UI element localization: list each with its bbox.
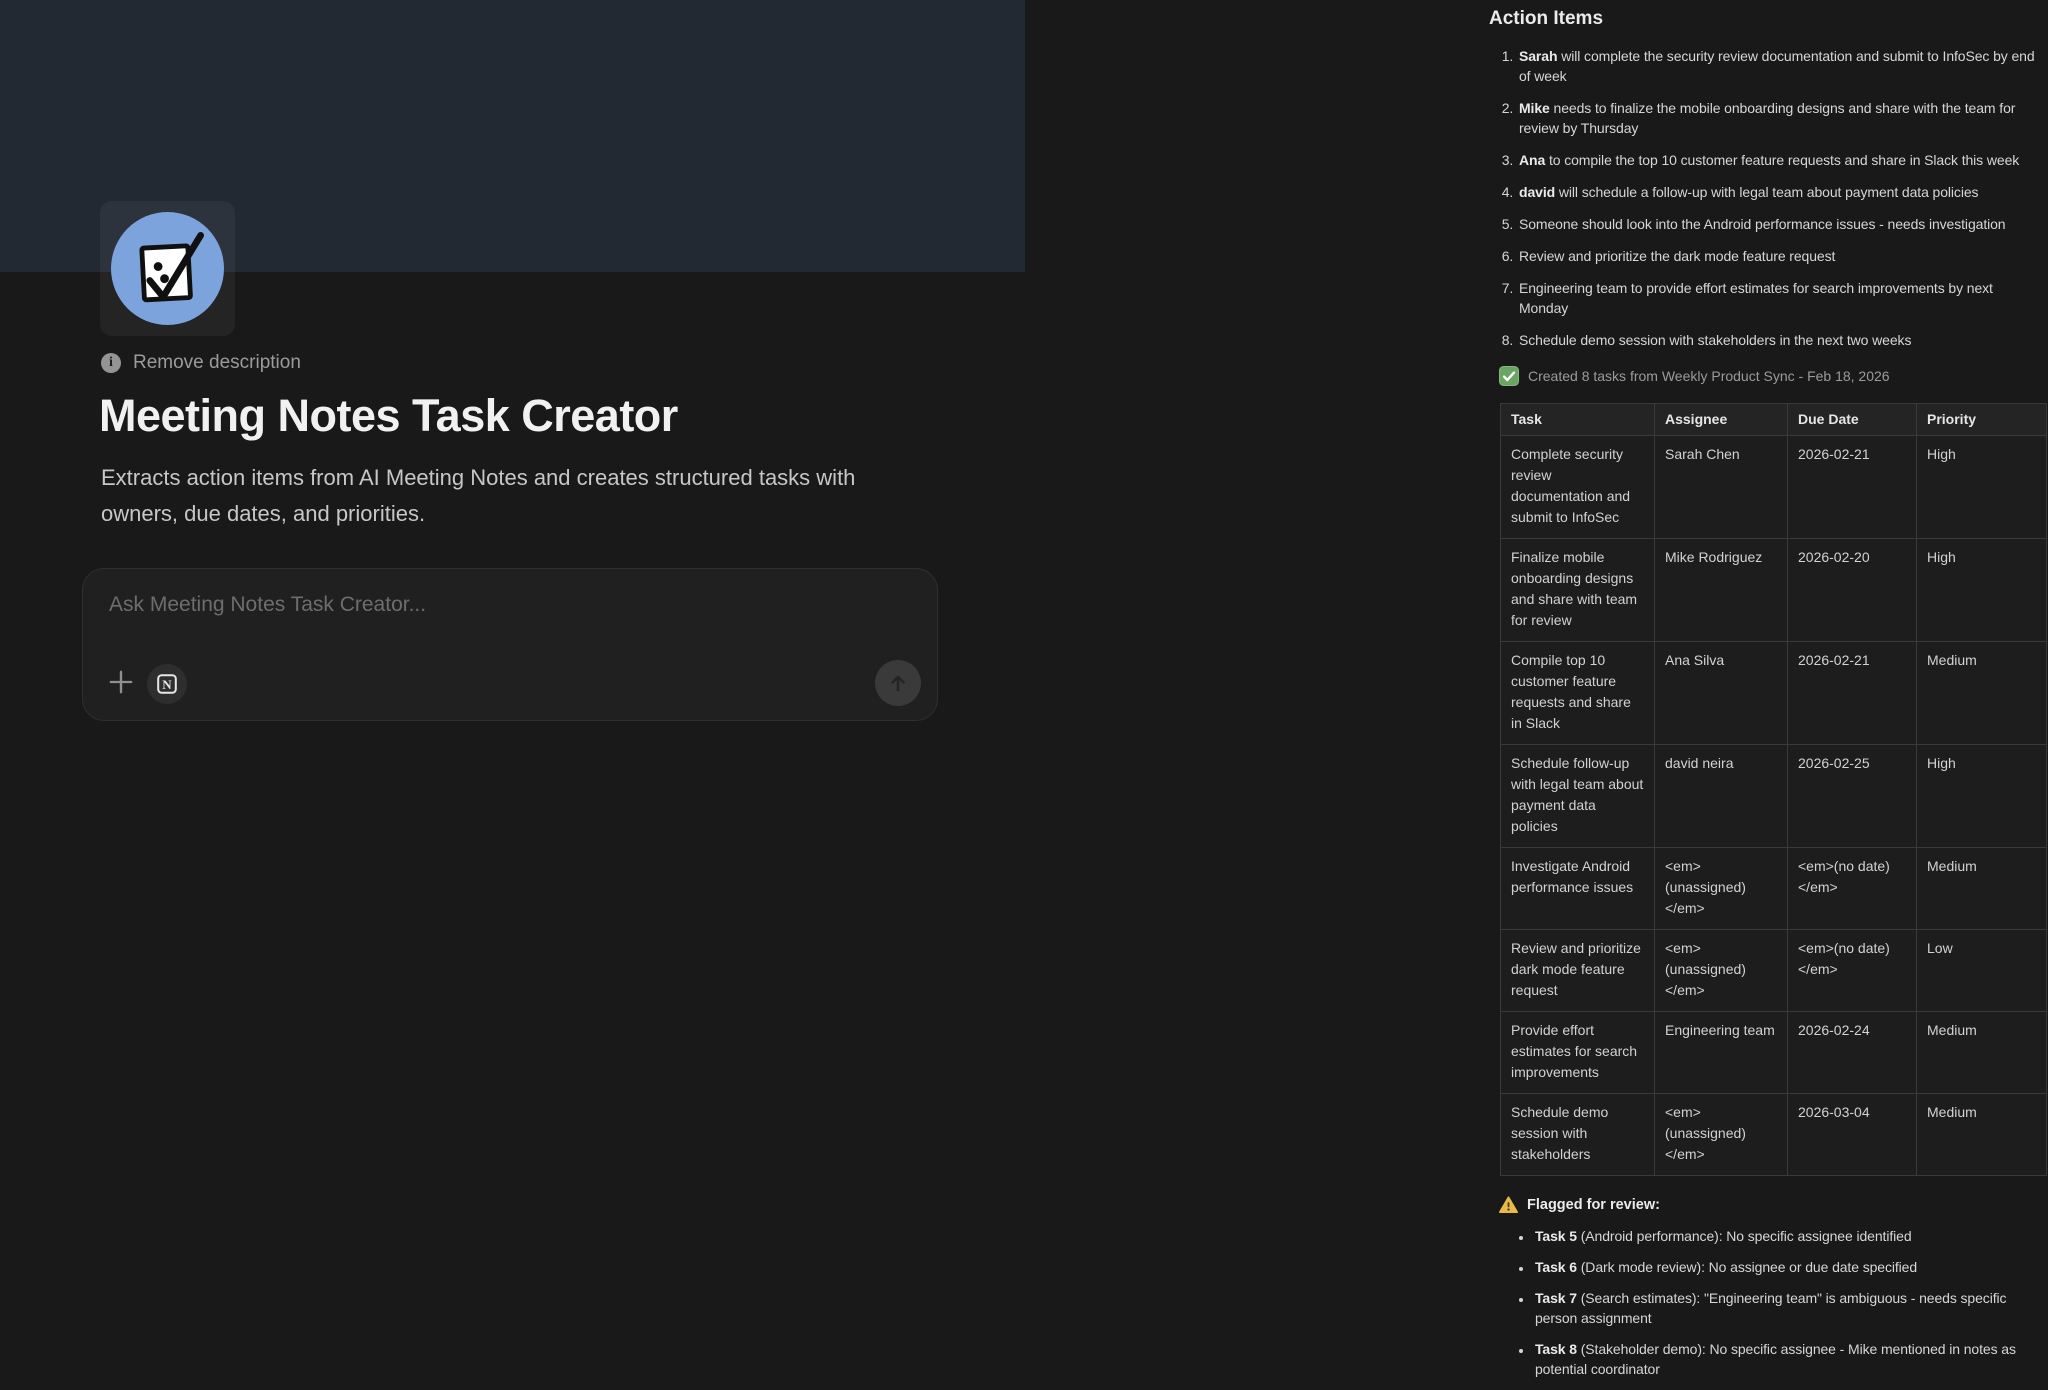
- notion-source-button[interactable]: N: [147, 664, 187, 704]
- table-cell: 2026-02-20: [1788, 539, 1917, 642]
- table-header-row: TaskAssigneeDue DatePriority: [1501, 404, 2047, 436]
- table-cell: Engineering team: [1655, 1012, 1788, 1094]
- table-cell: <em>(unassigned)​</em>: [1655, 930, 1788, 1012]
- remove-description-label: Remove description: [133, 352, 301, 374]
- flagged-item: Task 6 (Dark mode review): No assignee o…: [1533, 1257, 2041, 1277]
- page-title[interactable]: Meeting Notes Task Creator: [99, 390, 678, 442]
- page-description[interactable]: Extracts action items from AI Meeting No…: [101, 460, 891, 532]
- table-cell: Ana Silva: [1655, 642, 1788, 745]
- table-cell: Review and prioritize dark mode feature …: [1501, 930, 1655, 1012]
- table-row: Schedule follow-up with legal team about…: [1501, 745, 2047, 848]
- table-header-cell: Assignee: [1655, 404, 1788, 436]
- table-cell: Medium: [1917, 848, 2047, 930]
- table-cell: Sarah Chen: [1655, 436, 1788, 539]
- table-row: Compile top 10 customer feature requests…: [1501, 642, 2047, 745]
- flagged-item: Task 5 (Android performance): No specifi…: [1533, 1226, 2041, 1246]
- table-header-cell: Priority: [1917, 404, 2047, 436]
- table-cell: Low: [1917, 930, 2047, 1012]
- table-cell: High: [1917, 745, 2047, 848]
- table-cell: Compile top 10 customer feature requests…: [1501, 642, 1655, 745]
- action-item: Mike needs to finalize the mobile onboar…: [1517, 98, 2041, 138]
- table-cell: 2026-02-21: [1788, 436, 1917, 539]
- flagged-heading: Flagged for review:: [1527, 1197, 1660, 1213]
- info-icon: i: [101, 353, 121, 373]
- prompt-placeholder: Ask Meeting Notes Task Creator...: [109, 593, 426, 617]
- table-cell: Complete security review documentation a…: [1501, 436, 1655, 539]
- table-cell: Schedule demo session with stakeholders: [1501, 1094, 1655, 1176]
- action-item: Ana to compile the top 10 customer featu…: [1517, 150, 2041, 170]
- flagged-heading-row: Flagged for review:: [1499, 1196, 2041, 1214]
- action-items-heading: Action Items: [1489, 8, 2041, 30]
- response-panel: Action Items Sarah will complete the sec…: [1489, 0, 2041, 1390]
- table-cell: High: [1917, 436, 2047, 539]
- action-item: Engineering team to provide effort estim…: [1517, 278, 2041, 318]
- table-cell: Investigate Android performance issues: [1501, 848, 1655, 930]
- svg-text:N: N: [162, 677, 172, 692]
- action-item: Someone should look into the Android per…: [1517, 214, 2041, 234]
- status-text: Created 8 tasks from Weekly Product Sync…: [1528, 368, 1890, 384]
- agent-icon-background: [111, 212, 224, 325]
- arrow-up-icon: [886, 671, 910, 695]
- table-cell: 2026-02-25: [1788, 745, 1917, 848]
- table-cell: Schedule follow-up with legal team about…: [1501, 745, 1655, 848]
- table-cell: Medium: [1917, 642, 2047, 745]
- agent-icon-button[interactable]: [100, 201, 235, 336]
- remove-description-button[interactable]: i Remove description: [101, 352, 301, 374]
- table-row: Investigate Android performance issues<e…: [1501, 848, 2047, 930]
- action-item: Sarah will complete the security review …: [1517, 46, 2041, 86]
- table-cell: Provide effort estimates for search impr…: [1501, 1012, 1655, 1094]
- flagged-item: Task 8 (Stakeholder demo): No specific a…: [1533, 1339, 2041, 1379]
- checkbox-note-icon: [120, 221, 216, 317]
- table-cell: <em>(unassigned)​</em>: [1655, 848, 1788, 930]
- action-item: Schedule demo session with stakeholders …: [1517, 330, 2041, 350]
- send-button[interactable]: [875, 660, 921, 706]
- flagged-item: Task 7 (Search estimates): "Engineering …: [1533, 1288, 2041, 1328]
- action-items-list: Sarah will complete the security review …: [1489, 46, 2041, 350]
- table-cell: 2026-03-04: [1788, 1094, 1917, 1176]
- table-cell: High: [1917, 539, 2047, 642]
- table-header-cell: Task: [1501, 404, 1655, 436]
- plus-icon: [107, 668, 135, 696]
- table-cell: Medium: [1917, 1012, 2047, 1094]
- green-check-icon: [1499, 366, 1519, 386]
- table-cell: Finalize mobile onboarding designs and s…: [1501, 539, 1655, 642]
- action-item: david will schedule a follow-up with leg…: [1517, 182, 2041, 202]
- warning-icon: [1499, 1196, 1518, 1214]
- table-header-cell: Due Date: [1788, 404, 1917, 436]
- tasks-table: TaskAssigneeDue DatePriority Complete se…: [1500, 403, 2047, 1176]
- table-cell: 2026-02-24: [1788, 1012, 1917, 1094]
- table-row: Finalize mobile onboarding designs and s…: [1501, 539, 2047, 642]
- table-cell: Medium: [1917, 1094, 2047, 1176]
- prompt-input[interactable]: Ask Meeting Notes Task Creator... N: [82, 568, 938, 721]
- table-cell: 2026-02-21: [1788, 642, 1917, 745]
- table-cell: <em>(no date)​</em>: [1788, 848, 1917, 930]
- status-line: Created 8 tasks from Weekly Product Sync…: [1499, 366, 2041, 386]
- table-cell: Mike Rodriguez: [1655, 539, 1788, 642]
- notion-logo-icon: N: [155, 672, 179, 696]
- action-item: Review and prioritize the dark mode feat…: [1517, 246, 2041, 266]
- flagged-list: Task 5 (Android performance): No specifi…: [1489, 1226, 2041, 1379]
- table-cell: <em>(unassigned)​</em>: [1655, 1094, 1788, 1176]
- table-row: Review and prioritize dark mode feature …: [1501, 930, 2047, 1012]
- add-attachment-button[interactable]: [107, 668, 135, 696]
- table-row: Schedule demo session with stakeholders<…: [1501, 1094, 2047, 1176]
- table-cell: <em>(no date)​</em>: [1788, 930, 1917, 1012]
- table-cell: david neira: [1655, 745, 1788, 848]
- table-row: Provide effort estimates for search impr…: [1501, 1012, 2047, 1094]
- table-row: Complete security review documentation a…: [1501, 436, 2047, 539]
